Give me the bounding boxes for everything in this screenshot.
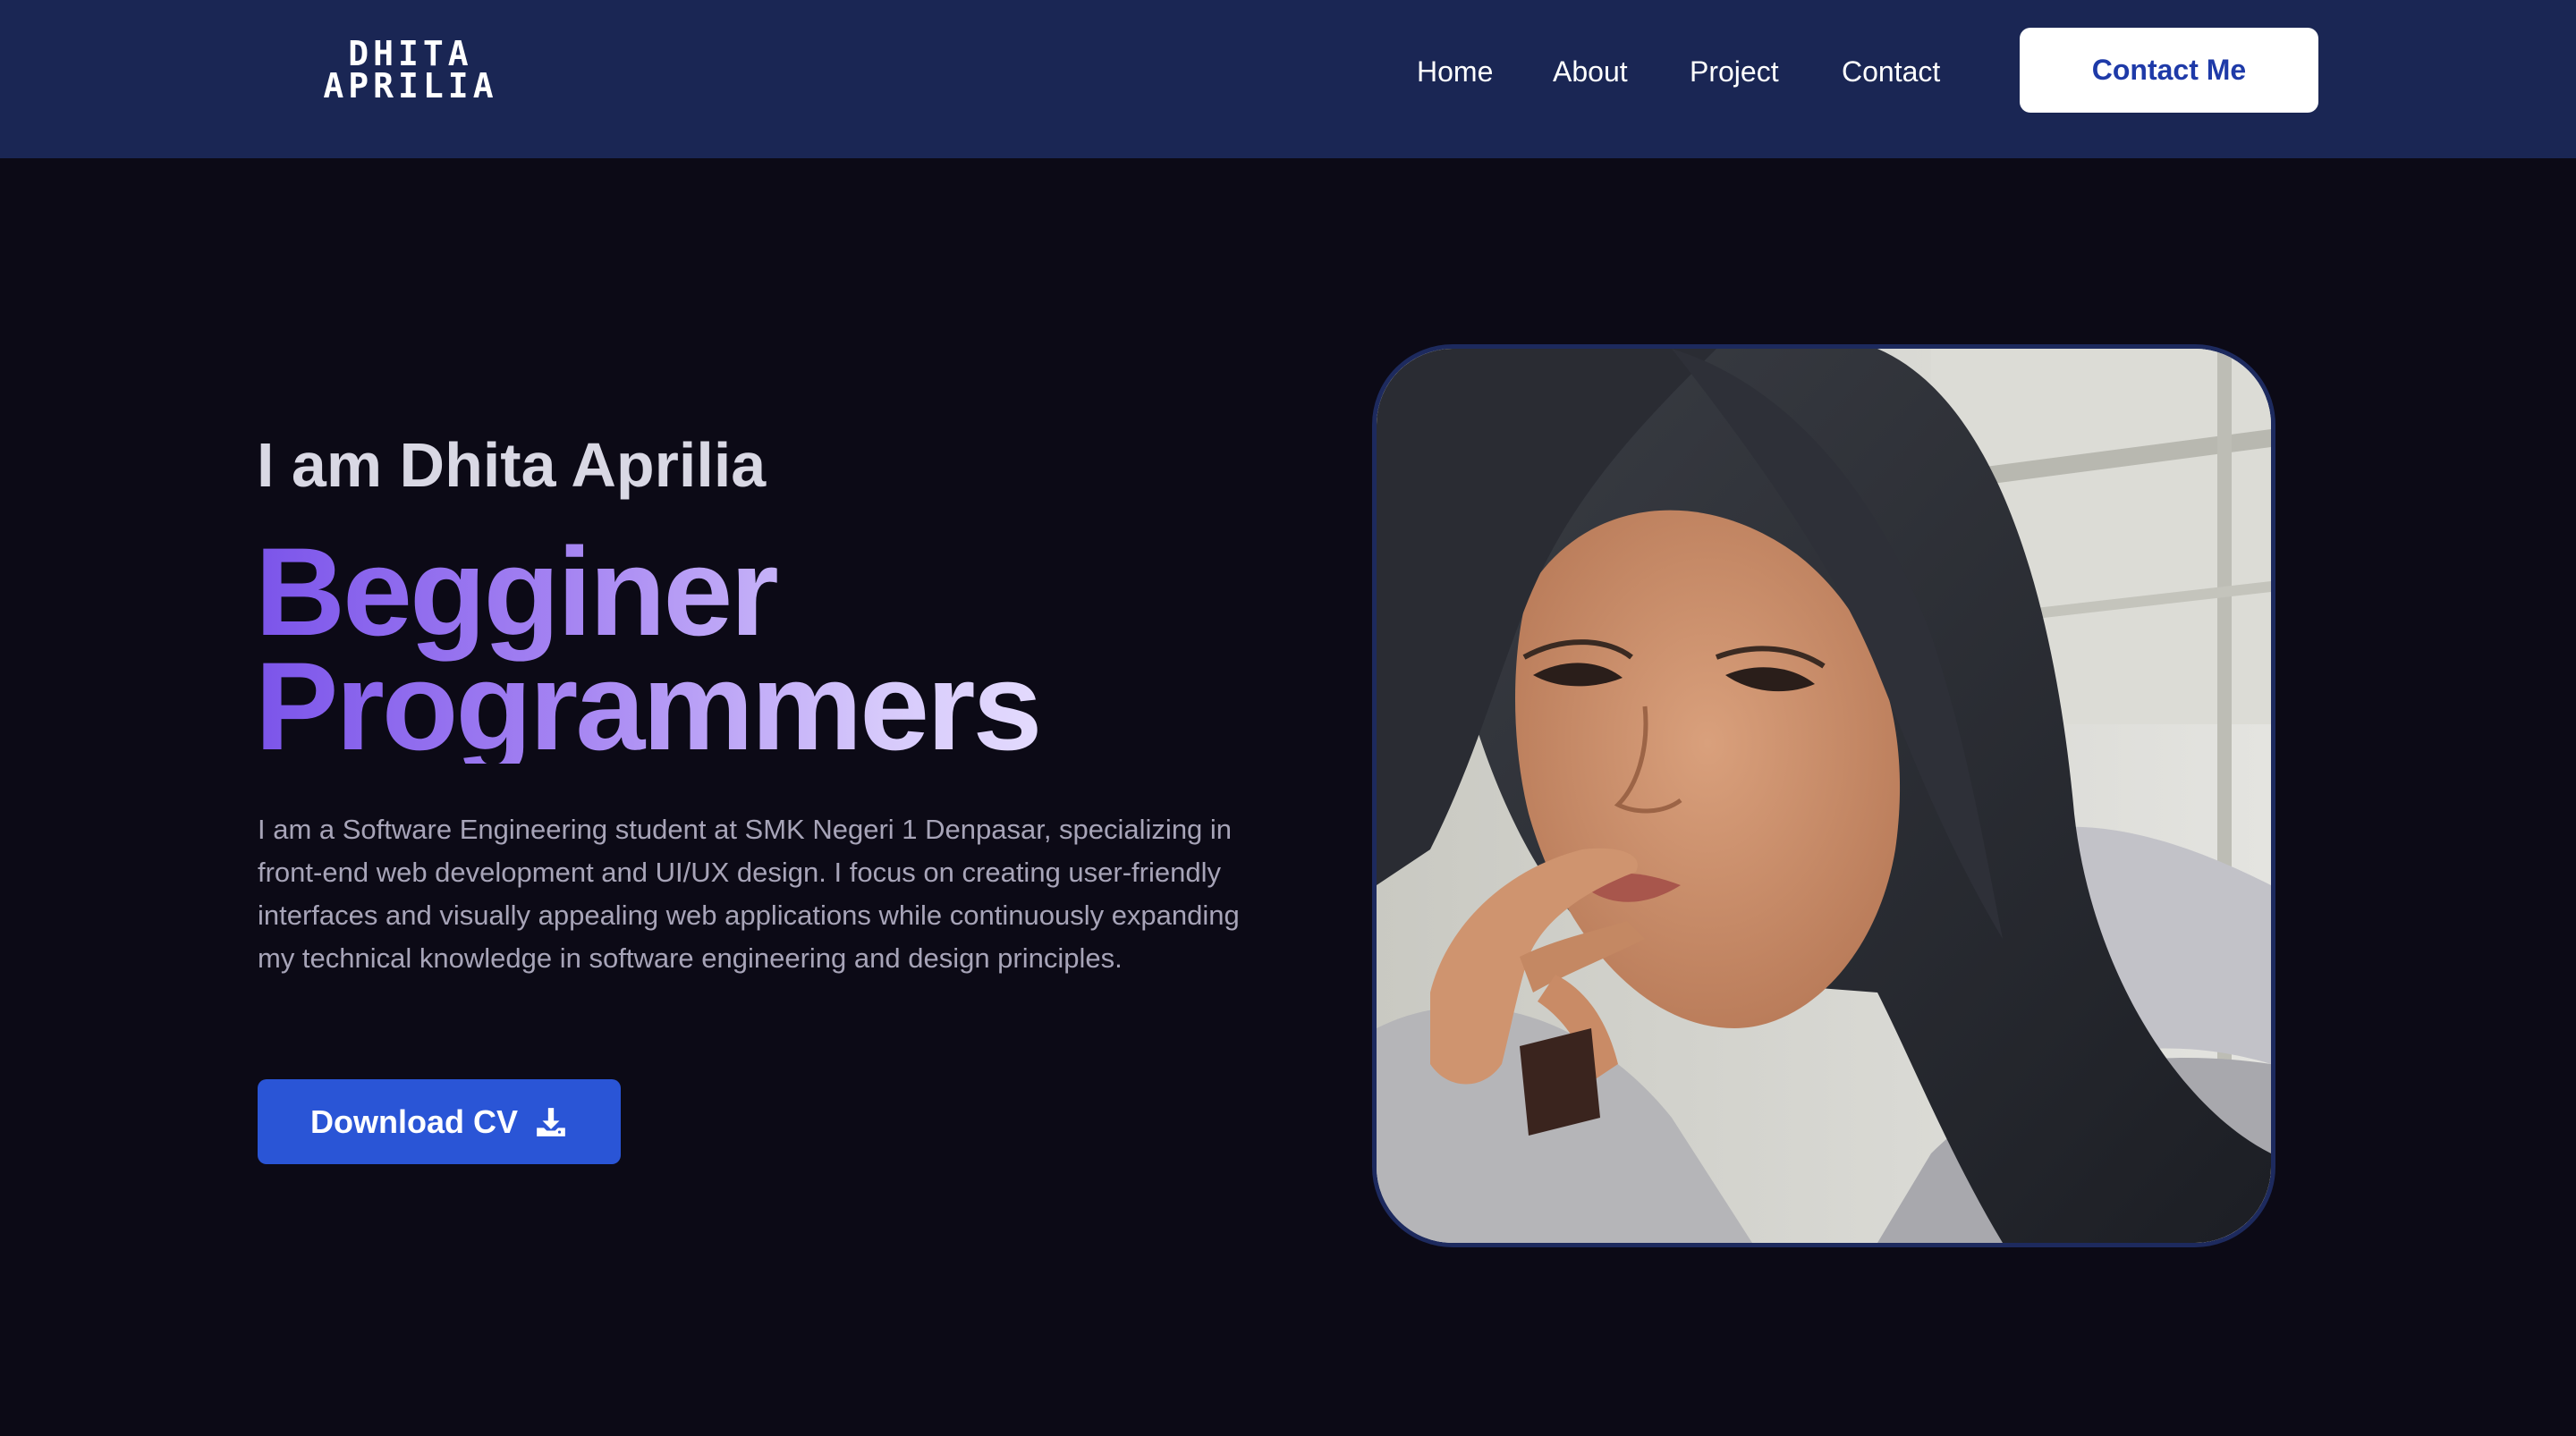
site-logo[interactable]: DHITA APRILIA — [299, 34, 522, 106]
headline-line-1: Begginer — [255, 521, 776, 662]
contact-me-button[interactable]: Contact Me — [2020, 28, 2318, 113]
nav-link-home[interactable]: Home — [1417, 52, 1493, 91]
hero-bio: I am a Software Engineering student at S… — [258, 814, 1240, 974]
hero-headline: Begginer Programmers — [255, 535, 1149, 764]
navbar: DHITA APRILIA Home About Project Contact… — [0, 0, 2576, 158]
nav-link-about[interactable]: About — [1553, 52, 1628, 91]
logo-line-1: DHITA — [348, 34, 473, 73]
download-icon — [534, 1105, 568, 1139]
logo-line-2: APRILIA — [323, 66, 498, 106]
nav-link-contact[interactable]: Contact — [1842, 52, 1940, 91]
profile-photo — [1372, 344, 2275, 1247]
download-cv-button[interactable]: Download CV — [258, 1079, 621, 1164]
download-cv-label: Download CV — [310, 1102, 518, 1140]
headline-line-2: Programmers — [255, 636, 1040, 776]
hero-greeting: I am Dhita Aprilia — [257, 430, 767, 500]
nav-link-project[interactable]: Project — [1690, 52, 1779, 91]
